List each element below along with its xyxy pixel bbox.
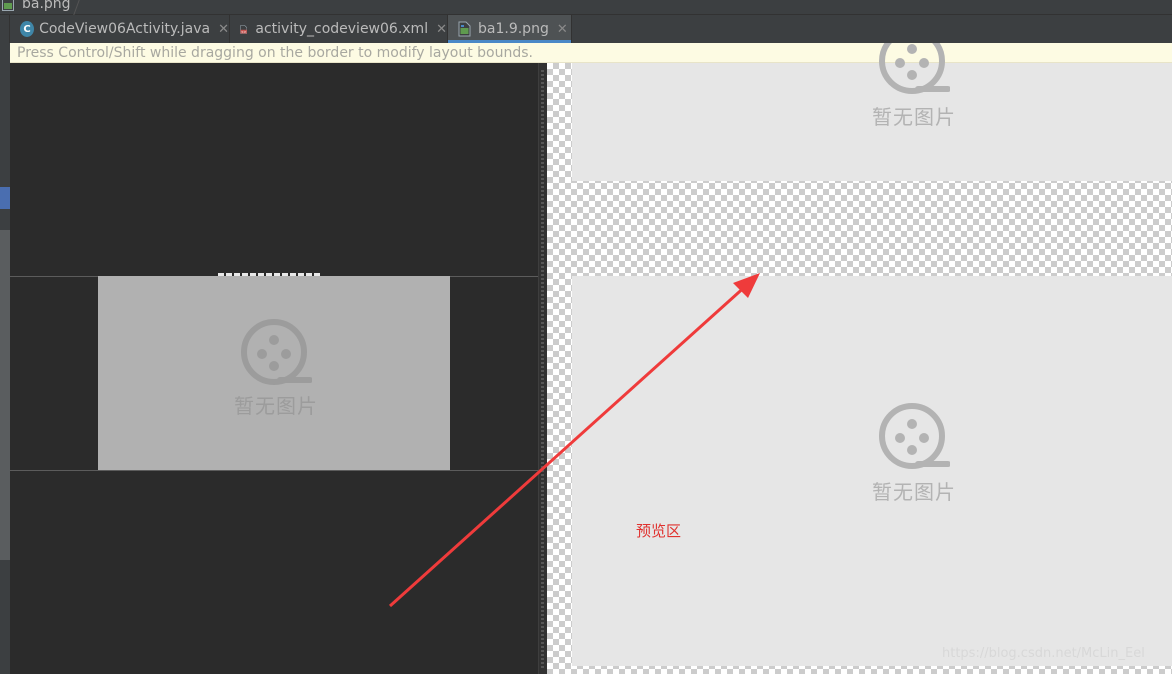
placeholder-label: 暂无图片 <box>234 394 318 418</box>
close-icon[interactable]: ✕ <box>436 22 447 37</box>
gutter-scrollbar[interactable] <box>0 230 10 560</box>
tab-label: CodeView06Activity.java <box>39 21 211 37</box>
breadcrumb-file-label: ba.png <box>22 0 71 12</box>
tab-bar-gutter <box>0 15 10 43</box>
placeholder-graphic: 暂无图片 <box>872 43 956 130</box>
film-reel-icon <box>879 43 950 94</box>
close-icon[interactable]: ✕ <box>218 22 229 37</box>
placeholder-label: 暂无图片 <box>872 480 956 504</box>
splitter-grip[interactable] <box>541 70 544 670</box>
stretch-guide-line-bottom[interactable] <box>10 470 538 471</box>
watermark: https://blog.csdn.net/McLin_Eel <box>942 646 1145 661</box>
placeholder-label: 暂无图片 <box>872 105 956 129</box>
placeholder-graphic: 暂无图片 <box>234 318 318 419</box>
breadcrumb-item-file[interactable]: ba.png <box>2 0 71 13</box>
java-class-icon: C <box>20 21 35 37</box>
tab-ba1-9-png[interactable]: ba1.9.png ✕ <box>448 15 572 43</box>
placeholder-graphic: 暂无图片 <box>872 402 956 505</box>
preview-annotation: 预览区 <box>636 522 682 540</box>
breadcrumb: ba.png <box>0 0 1172 15</box>
close-icon[interactable]: ✕ <box>557 22 568 37</box>
svg-text:<>: <> <box>241 29 247 33</box>
breadcrumb-separator <box>73 0 80 15</box>
tab-codeview06activity-java[interactable]: C CodeView06Activity.java ✕ <box>10 15 230 43</box>
image-file-icon <box>2 0 14 11</box>
film-reel-icon <box>241 319 312 385</box>
gutter-selected-marker[interactable] <box>0 187 10 209</box>
png-file-icon <box>458 21 471 37</box>
xml-file-icon: <> <box>240 24 248 33</box>
stretch-region-marker[interactable] <box>218 273 322 276</box>
tab-activity-codeview06-xml[interactable]: <> activity_codeview06.xml ✕ <box>230 15 448 43</box>
editor-tab-bar: C CodeView06Activity.java ✕ <> activity_… <box>0 15 1172 43</box>
ninepatch-editor-window: ba.png C CodeView06Activity.java ✕ <> ac… <box>0 0 1172 674</box>
preview-tile-bottom: 暂无图片 <box>572 276 1172 666</box>
ninepatch-image[interactable]: 暂无图片 <box>98 276 450 470</box>
layout-bounds-hint: Press Control/Shift while dragging on th… <box>10 43 1172 63</box>
tab-label: activity_codeview06.xml <box>255 21 429 37</box>
tab-label: ba1.9.png <box>478 21 549 37</box>
film-reel-icon <box>879 403 950 469</box>
preview-tile-top: 暂无图片 <box>572 43 1172 181</box>
